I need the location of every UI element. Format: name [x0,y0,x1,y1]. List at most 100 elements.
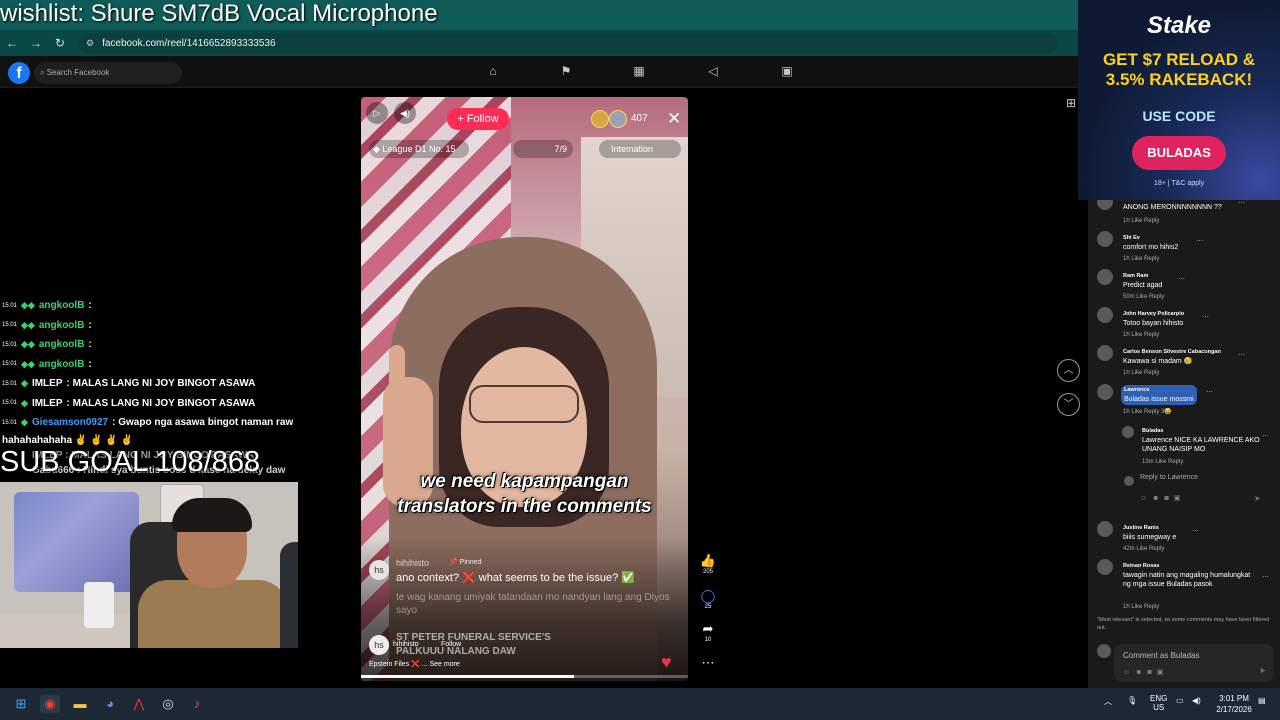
play-icon[interactable]: ▷ [366,102,388,124]
more-icon[interactable]: ⋯ [1238,351,1245,359]
camera-icon[interactable]: ◙ [1148,669,1157,676]
more-icon[interactable]: ⋯ [1262,432,1269,440]
volume-icon[interactable]: ◀) [394,102,416,124]
flag-icon[interactable]: ⚑ [557,64,575,78]
gif-icon[interactable]: ▣ [1174,495,1186,502]
more-icon[interactable]: ⋯ [1262,573,1269,581]
avatar[interactable] [1122,426,1134,438]
camera-icon[interactable]: ◙ [1165,495,1174,502]
comment-text: Ram Ram Predict agad [1123,273,1163,289]
creator-name[interactable]: hihihisto [393,641,419,648]
more-icon[interactable]: ⋯ [1202,313,1209,321]
creator-follow-link[interactable]: Follow [441,641,461,648]
avatar[interactable] [1097,231,1113,247]
sub-goal-overlay: SUB GOAL 108/868 [0,446,261,478]
clock[interactable]: 3:01 PM 2/17/2026 [1208,693,1260,715]
close-icon[interactable]: ✕ [667,109,681,129]
forward-icon[interactable]: → [24,36,48,50]
obs-icon[interactable]: ◎ [158,695,178,713]
chrome-icon[interactable]: ◉ [40,695,60,713]
discord-icon[interactable]: ◕ [100,695,120,713]
chat-username: angkoolB [38,358,85,370]
more-button[interactable]: ⋯ [697,655,719,671]
previous-reel-button[interactable]: ︿ [1057,359,1080,382]
app-icon[interactable]: ⋀ [129,695,149,713]
url-text: facebook.com/reel/1416652893333536 [102,37,276,49]
comment-actions[interactable]: 1h Like Reply [1123,332,1159,338]
share-button[interactable]: ➦ 10 [697,621,719,643]
comment-text: ANONG MERONNNNNNNN ?? [1123,204,1222,211]
comment-input[interactable]: Comment as Buladas ☺☻◙▣ ➤ [1114,644,1274,682]
microphone-icon[interactable]: 🎙 [1127,696,1137,705]
tray-chevron-icon[interactable]: ︿ [1104,696,1112,707]
facebook-logo[interactable]: f [8,62,30,84]
home-icon[interactable]: ⌂ [484,64,502,78]
search-input[interactable]: ⌕ Search Facebook [34,62,182,84]
send-icon[interactable]: ➤ [1254,494,1261,503]
screen: ← → ↻ ⚙ facebook.com/reel/14166528933335… [0,0,1280,720]
more-icon[interactable]: ⋯ [1238,200,1245,207]
file-explorer-icon[interactable]: ▬ [70,695,90,713]
gaming-icon[interactable]: ▣ [778,64,796,78]
like-button[interactable]: 👍 205 [697,553,719,575]
tiktok-icon[interactable]: ♪ [187,695,207,713]
gif-icon[interactable]: ▣ [1157,669,1169,676]
sticker-icon[interactable]: ☺ [1123,669,1135,676]
avatar[interactable] [1097,345,1113,361]
avatar[interactable] [1097,269,1113,285]
megaphone-icon[interactable]: ◁ [704,64,722,78]
ad-fine-print: 18+ | T&C apply [1153,180,1205,187]
rank-badge[interactable]: 7/9 [513,140,573,158]
avatar[interactable] [1097,200,1113,210]
viewer-count: 407 [631,113,648,124]
intemation-badge[interactable]: Intemation [599,140,681,158]
more-icon[interactable]: ⋯ [1196,237,1203,245]
comment-actions[interactable]: 50m Like Reply [1123,294,1164,300]
reel-description[interactable]: Epstein Files ❌ ... See more [369,660,460,668]
back-icon[interactable]: ← [0,36,24,50]
more-icon[interactable]: ⋯ [1178,275,1185,283]
chat-username: Giesamson0927 [31,417,109,429]
ad-code-button[interactable]: BULADAS [1132,136,1226,170]
follow-button[interactable]: + Follow [447,108,509,130]
filter-note: "Most relevant" is selected, so some com… [1097,617,1270,631]
speaker-icon[interactable]: ◀) [1192,696,1201,705]
emoji-icon[interactable]: ☻ [1152,495,1164,502]
start-icon[interactable]: ⊞ [11,695,31,713]
language-indicator[interactable]: ENG US [1150,694,1167,712]
reel-video[interactable]: ▷ ◀) + Follow 407 ✕ ◆ League D1 No. 15 7… [361,97,688,681]
stake-ad[interactable]: Stake GET $7 RELOAD & 3.5% RAKEBACK! USE… [1078,0,1280,200]
comment-actions[interactable]: 1h Like Reply [1123,604,1159,610]
league-badge[interactable]: ◆ League D1 No. 15 [369,140,469,158]
comment-actions[interactable]: 1h Like Reply [1123,218,1159,224]
site-info-icon[interactable]: ⚙ [86,38,94,49]
comment-actions[interactable]: 42m Like Reply [1123,546,1164,552]
next-reel-button[interactable]: ﹀ [1057,393,1080,416]
comment-actions[interactable]: 1h Like Reply [1123,370,1159,376]
comment-button[interactable]: ◯ 25 [697,588,719,610]
more-icon[interactable]: ⋯ [1192,527,1199,535]
network-icon[interactable]: ▭ [1176,696,1184,705]
expand-icon[interactable]: ⊞ [1066,96,1076,110]
chat-message: 15:01 ◆◆ angkoolB : [2,319,92,331]
avatar[interactable] [1097,384,1113,400]
marketplace-icon[interactable]: ▦ [630,64,648,78]
avatar[interactable] [1097,307,1113,323]
more-icon[interactable]: ⋯ [1206,388,1213,396]
avatar[interactable] [1097,559,1113,575]
avatar[interactable] [1097,521,1113,537]
notifications-icon[interactable]: ▤ [1258,696,1266,705]
emoji-icon[interactable]: ☻ [1135,669,1147,676]
reply-input[interactable]: Reply to Lawrence [1140,474,1264,490]
chat-badge-icon: ◆◆ [21,339,35,350]
comment-actions[interactable]: 1h Like Reply [1123,256,1159,262]
creator-avatar[interactable]: hs [369,635,389,655]
comment-actions[interactable]: 13m Like Reply [1142,459,1183,465]
sticker-icon[interactable]: ☺ [1140,495,1152,502]
comment-actions[interactable]: 1h Like Reply 3😄 [1123,408,1172,415]
reload-icon[interactable]: ↻ [48,36,72,50]
pinned-comment-text: ano context? ❌ what seems to be the issu… [396,572,635,584]
url-field[interactable]: ⚙ facebook.com/reel/1416652893333536 [78,33,1058,53]
video-progress-bar[interactable] [361,675,688,678]
send-icon[interactable]: ➤ [1259,666,1266,675]
